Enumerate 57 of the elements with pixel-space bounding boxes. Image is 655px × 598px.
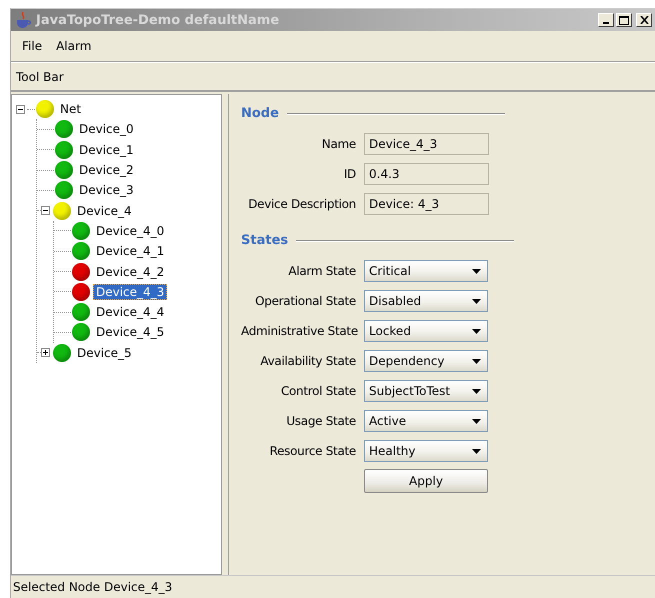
dropdown[interactable]: Healthy: [364, 440, 488, 462]
tree-node[interactable]: Device_0: [76, 121, 137, 138]
text-field[interactable]: Device: 4_3: [364, 193, 489, 215]
field-label: Alarm State: [287, 264, 356, 278]
tree-node[interactable]: Device_4_0: [93, 222, 168, 239]
section-title: States: [241, 233, 288, 248]
apply-button[interactable]: Apply: [364, 469, 488, 493]
tree-node[interactable]: Device_4_2: [93, 264, 168, 280]
dropdown[interactable]: Active: [364, 410, 488, 432]
maximize-button[interactable]: [616, 13, 632, 27]
caret-icon: [472, 328, 481, 334]
field-label: Control State: [280, 384, 356, 398]
field-label: ID: [342, 167, 356, 181]
tree-node[interactable]: Device_5: [74, 344, 135, 361]
field-label: Usage State: [285, 414, 356, 428]
tree-node[interactable]: Device_2: [76, 162, 137, 178]
text-field[interactable]: 0.4.3: [364, 163, 489, 185]
field-label: Resource State: [268, 444, 356, 458]
caret-icon: [472, 298, 481, 304]
caret-icon: [472, 448, 481, 454]
expand-icon[interactable]: [41, 348, 50, 358]
field-label: Operational State: [254, 294, 356, 308]
tree-node[interactable]: Device_3: [76, 182, 137, 198]
menu-item[interactable]: File: [15, 39, 50, 53]
section-title: Node: [241, 106, 279, 121]
dropdown[interactable]: Disabled: [364, 290, 488, 312]
field-label: Availability State: [259, 354, 356, 368]
dropdown[interactable]: Dependency: [364, 350, 488, 372]
coffee-cup-icon: [14, 11, 32, 29]
field-label: Name: [320, 137, 356, 151]
caret-icon: [472, 388, 481, 394]
minimize-button[interactable]: [598, 13, 614, 27]
caret-icon: [472, 268, 481, 274]
text-field[interactable]: Device_4_3: [364, 133, 489, 155]
status-text: Selected Node Device_4_3: [13, 580, 172, 594]
tree-node[interactable]: Device_4_4: [93, 304, 168, 320]
caret-icon: [472, 418, 481, 424]
field-label: Administrative State: [241, 324, 356, 338]
collapse-icon[interactable]: [41, 206, 50, 216]
maximize-icon: [619, 16, 629, 24]
collapse-icon[interactable]: [16, 104, 25, 114]
tree-node[interactable]: Net: [57, 101, 84, 118]
dropdown[interactable]: Locked: [364, 320, 488, 342]
tree-node[interactable]: Device_4_5: [93, 324, 168, 340]
dropdown[interactable]: SubjectToTest: [364, 380, 488, 402]
field-label: Device Description: [247, 197, 356, 211]
dropdown[interactable]: Critical: [364, 260, 488, 282]
tree-node[interactable]: Device_1: [76, 142, 137, 158]
tree-node[interactable]: Device_4_1: [93, 243, 168, 260]
tree-node[interactable]: Device_4: [74, 202, 135, 219]
window-title: JavaTopoTree-Demo defaultName: [36, 12, 280, 28]
close-button[interactable]: [636, 13, 652, 27]
toolbar-label: Tool Bar: [16, 70, 64, 84]
menu-item[interactable]: Alarm: [49, 39, 98, 53]
caret-icon: [472, 358, 481, 364]
tree-node[interactable]: Device_4_3: [93, 284, 168, 300]
close-icon: [640, 16, 648, 24]
